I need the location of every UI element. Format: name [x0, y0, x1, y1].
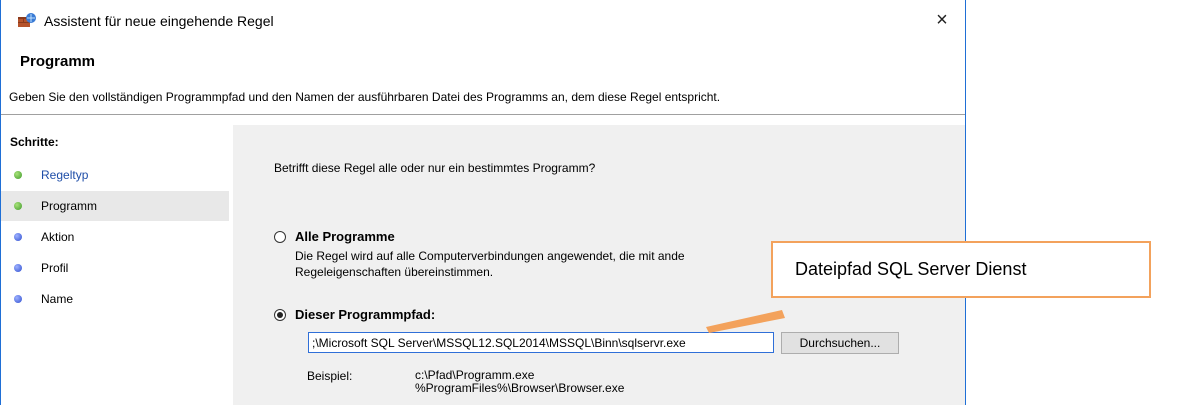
firewall-icon [18, 13, 36, 27]
radio-program-path[interactable] [274, 309, 286, 321]
option-all-desc-2: Regeleigenschaften übereinstimmen. [295, 265, 494, 279]
step-status-dot [14, 171, 22, 179]
example-label: Beispiel: [307, 369, 353, 383]
step-label: Aktion [41, 230, 75, 244]
steps-panel: Schritte: Regeltyp Programm Aktion Profi… [1, 125, 233, 405]
rule-question: Betrifft diese Regel alle oder nur ein b… [274, 161, 596, 175]
example-line-2: %ProgramFiles%\Browser\Browser.exe [415, 381, 625, 395]
step-status-dot [14, 264, 22, 272]
page-title: Programm [20, 53, 96, 70]
callout-annotation: Dateipfad SQL Server Dienst [771, 241, 1151, 298]
step-aktion[interactable]: Aktion [1, 222, 229, 252]
close-button[interactable]: × [919, 0, 965, 40]
wizard-window: Assistent für neue eingehende Regel × Pr… [0, 0, 966, 405]
browse-button[interactable]: Durchsuchen... [781, 332, 899, 354]
program-path-input[interactable] [308, 332, 774, 353]
title-bar: Assistent für neue eingehende Regel × [1, 0, 965, 40]
step-name[interactable]: Name [1, 284, 229, 314]
steps-title: Schritte: [10, 135, 59, 149]
option-all-desc-1: Die Regel wird auf alle Computerverbindu… [295, 249, 685, 263]
header-divider [1, 114, 965, 115]
step-status-dot [14, 233, 22, 241]
example-values: c:\Pfad\Programm.exe %ProgramFiles%\Brow… [415, 369, 624, 395]
window-title: Assistent für neue eingehende Regel [44, 13, 274, 29]
step-label: Programm [41, 199, 98, 213]
step-regeltyp[interactable]: Regeltyp [1, 160, 229, 190]
step-programm[interactable]: Programm [1, 191, 229, 221]
step-profil[interactable]: Profil [1, 253, 229, 283]
step-status-dot [14, 295, 22, 303]
step-label: Regeltyp [41, 168, 89, 182]
step-label: Profil [41, 261, 69, 275]
option-path-label[interactable]: Dieser Programmpfad: [295, 307, 435, 322]
page-description: Geben Sie den vollständigen Programmpfad… [9, 90, 721, 104]
step-status-dot [14, 202, 22, 210]
step-label: Name [41, 292, 74, 306]
radio-all-programs[interactable] [274, 231, 286, 243]
option-all-label[interactable]: Alle Programme [295, 229, 395, 244]
